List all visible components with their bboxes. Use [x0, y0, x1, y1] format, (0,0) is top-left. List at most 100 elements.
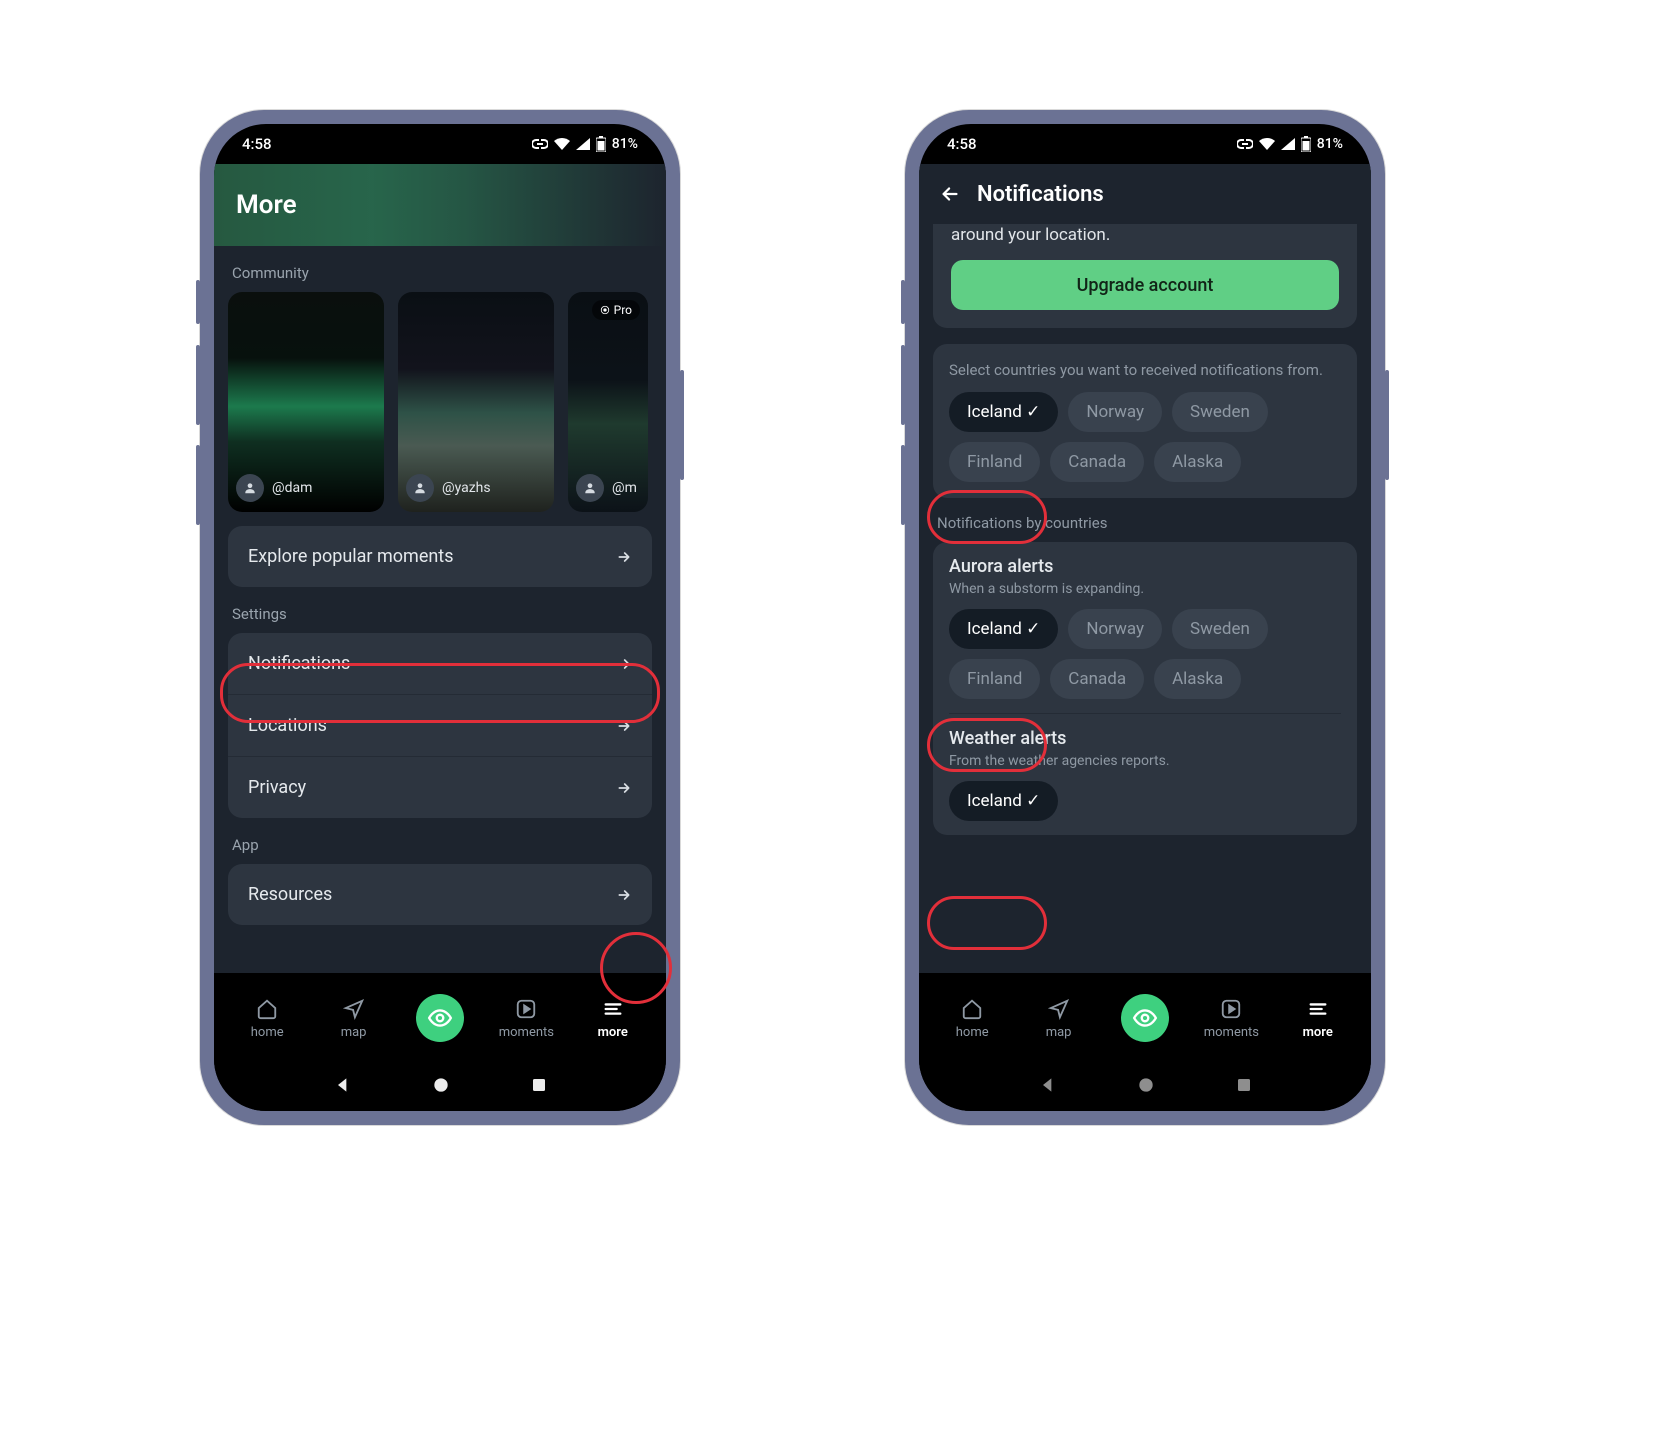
tab-label: map: [1046, 1025, 1072, 1040]
phone-side-button: [196, 280, 200, 324]
phone-side-button: [196, 445, 200, 525]
tab-label: map: [341, 1025, 367, 1040]
country-chip-norway[interactable]: Norway: [1068, 609, 1162, 649]
status-battery-pct: 81%: [1317, 136, 1343, 152]
eye-fab-icon: [1121, 994, 1169, 1042]
aurora-title: Aurora alerts: [949, 556, 1341, 577]
page-title: Notifications: [977, 182, 1104, 207]
menu-icon: [602, 997, 624, 1021]
phone-side-button: [901, 345, 905, 425]
tab-more[interactable]: more: [581, 997, 645, 1040]
status-time: 4:58: [242, 135, 272, 153]
content-scroll[interactable]: Community @dam: [214, 246, 666, 973]
chevron-right-icon: [616, 887, 632, 903]
tab-map[interactable]: map: [322, 997, 386, 1040]
nav-recent-icon[interactable]: [1235, 1076, 1253, 1094]
country-chip-finland[interactable]: Finland: [949, 442, 1040, 482]
wifi-icon: [1259, 138, 1275, 150]
country-chip-norway[interactable]: Norway: [1068, 392, 1162, 432]
country-chip-iceland[interactable]: Iceland ✓: [949, 781, 1058, 821]
settings-item-privacy[interactable]: Privacy: [228, 756, 652, 818]
app-body: Notifications around your location. Upgr…: [919, 164, 1371, 1111]
country-chip-iceland[interactable]: Iceland ✓: [949, 609, 1058, 649]
moment-user: @dam: [236, 474, 312, 502]
avatar-icon: [576, 474, 604, 502]
avatar-icon: [406, 474, 434, 502]
signal-icon: [576, 138, 590, 150]
tab-map[interactable]: map: [1027, 997, 1091, 1040]
chevron-right-icon: [616, 718, 632, 734]
country-chip-iceland[interactable]: Iceland ✓: [949, 392, 1058, 432]
tab-fab[interactable]: [408, 994, 472, 1042]
screen: 4:58 81%: [919, 124, 1371, 1111]
explore-moments-row[interactable]: Explore popular moments: [228, 526, 652, 587]
chevron-right-icon: [616, 780, 632, 796]
section-label-settings: Settings: [232, 605, 648, 623]
chevron-right-icon: [616, 549, 632, 565]
tab-label: home: [956, 1025, 989, 1040]
tab-label: moments: [1204, 1025, 1259, 1040]
back-button[interactable]: [939, 183, 961, 205]
aurora-alerts-block: Aurora alerts When a substorm is expandi…: [949, 556, 1341, 713]
nav-recent-icon[interactable]: [530, 1076, 548, 1094]
section-label-notif-countries: Notifications by countries: [937, 514, 1353, 532]
home-icon: [256, 997, 278, 1021]
settings-item-label: Privacy: [248, 777, 306, 798]
screen: 4:58 81%: [214, 124, 666, 1111]
tab-moments[interactable]: moments: [494, 997, 558, 1040]
tab-label: home: [251, 1025, 284, 1040]
country-chip-sweden[interactable]: Sweden: [1172, 392, 1268, 432]
moments-row[interactable]: @dam @yazhs: [228, 292, 652, 512]
battery-icon: [596, 136, 606, 152]
tab-label: more: [1303, 1025, 1333, 1040]
phone-side-button: [680, 370, 684, 480]
country-chip-finland[interactable]: Finland: [949, 659, 1040, 699]
select-countries-text: Select countries you want to received no…: [949, 360, 1341, 380]
home-icon: [961, 997, 983, 1021]
nav-back-icon[interactable]: [1038, 1075, 1058, 1095]
tab-more[interactable]: more: [1286, 997, 1350, 1040]
explore-moments-label: Explore popular moments: [248, 546, 454, 567]
phone-side-button: [901, 280, 905, 324]
settings-item-label: Locations: [248, 715, 327, 736]
battery-icon: [1301, 136, 1311, 152]
status-battery-pct: 81%: [612, 136, 638, 152]
country-chip-alaska[interactable]: Alaska: [1154, 442, 1241, 482]
navigate-icon: [1048, 997, 1070, 1021]
tab-moments[interactable]: moments: [1199, 997, 1263, 1040]
moment-card[interactable]: Pro @m: [568, 292, 648, 512]
moment-card[interactable]: @yazhs: [398, 292, 554, 512]
tab-home[interactable]: home: [235, 997, 299, 1040]
country-chip-sweden[interactable]: Sweden: [1172, 609, 1268, 649]
avatar-icon: [236, 474, 264, 502]
settings-item-locations[interactable]: Locations: [228, 694, 652, 756]
nav-back-icon[interactable]: [333, 1075, 353, 1095]
country-chip-canada[interactable]: Canada: [1050, 659, 1144, 699]
select-countries-card: Select countries you want to received no…: [933, 344, 1357, 498]
settings-item-label: Notifications: [248, 653, 350, 674]
pro-badge: Pro: [592, 300, 640, 320]
weather-chips: Iceland ✓: [949, 781, 1341, 821]
tab-home[interactable]: home: [940, 997, 1004, 1040]
weather-sub: From the weather agencies reports.: [949, 753, 1341, 769]
moment-user-handle: @yazhs: [442, 480, 491, 496]
pro-badge-icon: [600, 305, 610, 315]
play-square-icon: [1220, 997, 1242, 1021]
settings-list: Notifications Locations Pr: [228, 633, 652, 818]
app-item-resources[interactable]: Resources: [228, 864, 652, 925]
settings-item-notifications[interactable]: Notifications: [228, 633, 652, 694]
moment-card[interactable]: @dam: [228, 292, 384, 512]
content-scroll[interactable]: around your location. Upgrade account Se…: [919, 224, 1371, 973]
tab-label: moments: [499, 1025, 554, 1040]
aurora-sub: When a substorm is expanding.: [949, 581, 1341, 597]
link-icon: [1237, 139, 1253, 149]
section-label-community: Community: [232, 264, 648, 282]
aurora-chips: Iceland ✓NorwaySweden FinlandCanadaAlaska: [949, 609, 1341, 699]
country-chip-alaska[interactable]: Alaska: [1154, 659, 1241, 699]
link-icon: [532, 139, 548, 149]
tab-fab[interactable]: [1113, 994, 1177, 1042]
nav-home-icon[interactable]: [1136, 1075, 1156, 1095]
country-chip-canada[interactable]: Canada: [1050, 442, 1144, 482]
upgrade-account-button[interactable]: Upgrade account: [951, 260, 1339, 310]
nav-home-icon[interactable]: [431, 1075, 451, 1095]
